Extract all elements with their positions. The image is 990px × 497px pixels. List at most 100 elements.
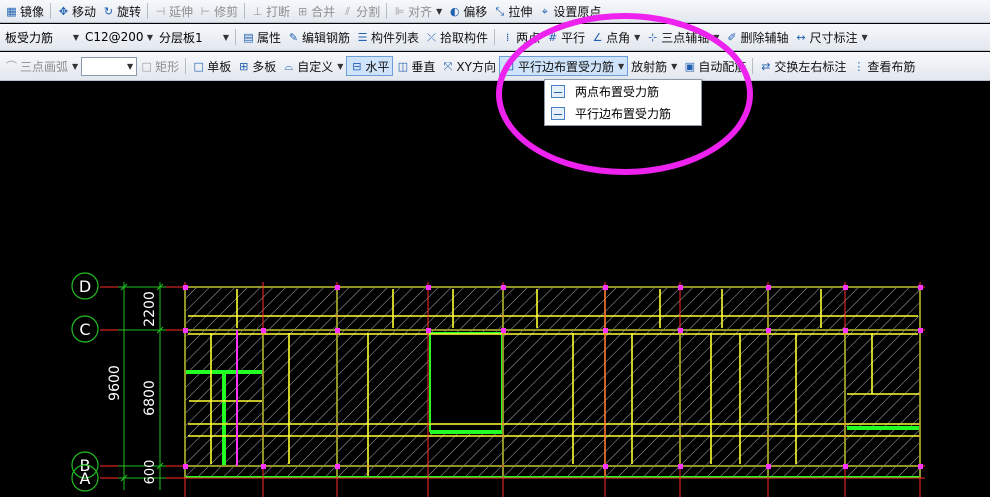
rect-icon: □ xyxy=(141,59,152,73)
split-icon: ⫽ xyxy=(345,4,351,18)
list-icon: ☰ xyxy=(357,30,368,44)
chevron-down-icon: ▼ xyxy=(337,61,344,71)
xy-icon: ⤧ xyxy=(443,59,453,73)
parallel-edge-rebar-button[interactable]: ⊡ 平行边布置受力筋 ▼ xyxy=(498,56,629,76)
horizontal-button[interactable]: ⊟ 水平 xyxy=(346,56,394,76)
break-icon: ⊥ xyxy=(252,4,263,18)
vertical-button[interactable]: ◫ 垂直 xyxy=(393,56,438,76)
axis-bubbles: D C B A xyxy=(71,272,99,492)
mirror-icon: ▦ xyxy=(6,4,17,18)
component-toolbar: 板受力筋 ▼ C12@200 ▼ 分层板1 ▼ ▤ 属性 ✎ 编辑钢筋 ☰ 构件列表 ⤫ 拾取… xyxy=(0,24,990,51)
point-angle-button[interactable]: ∠ 点角 ▼ xyxy=(588,27,643,47)
dim-d-c: 2200 xyxy=(142,291,158,327)
two-points-button[interactable]: ⁞ 两点 xyxy=(498,27,543,47)
chevron-down-icon: ▼ xyxy=(436,6,443,16)
dimension-texts: 9600 2200 6800 600 xyxy=(107,291,158,484)
stretch-button[interactable]: ⤡ 拉伸 xyxy=(490,1,535,21)
svg-text:A: A xyxy=(80,469,91,488)
axis-bubble-d: D xyxy=(71,272,99,300)
multi-slab-icon: ⊞ xyxy=(239,59,249,73)
single-slab-icon: □ xyxy=(193,59,204,73)
arc-option-select[interactable]: ▼ xyxy=(81,56,138,76)
rebar-spec-select[interactable]: C12@200 ▼ xyxy=(82,28,156,47)
trim-button[interactable]: ⊢ 修剪 xyxy=(196,1,241,21)
origin-icon: ⌖ xyxy=(541,4,548,18)
merge-button[interactable]: ⊞ 合并 xyxy=(293,1,338,21)
edit-toolbar: ▦ 镜像 ✥ 移动 ↻ 旋转 ⊣ 延伸 ⊢ 修剪 ⊥ 打断 ⊞ 合并 ⫽ 分割 ⊫ 对齐 ▼ ◐ 偏移… xyxy=(0,0,990,23)
component-type-select[interactable]: 板受力筋 ▼ xyxy=(2,28,82,47)
chevron-down-icon: ▼ xyxy=(222,32,229,42)
component-list-button[interactable]: ☰ 构件列表 xyxy=(353,27,422,47)
stretch-icon: ⤡ xyxy=(495,4,505,18)
dim-c-b: 6800 xyxy=(142,380,158,416)
parallel-button[interactable]: # 平行 xyxy=(543,27,588,47)
separator xyxy=(235,29,236,45)
chevron-down-icon: ▼ xyxy=(146,32,153,42)
auto-rebar-button[interactable]: ▣ 自动配筋 xyxy=(680,56,749,76)
chevron-down-icon: ▼ xyxy=(634,32,641,42)
pencil-icon: ✎ xyxy=(288,30,299,44)
three-point-axis-button[interactable]: ⊹ 三点辅轴 ▼ xyxy=(643,27,722,47)
separator xyxy=(50,3,52,19)
separator xyxy=(244,3,246,19)
align-button[interactable]: ⊫ 对齐 ▼ xyxy=(390,1,445,21)
vertical-icon: ◫ xyxy=(397,59,409,73)
chevron-down-icon: ▼ xyxy=(671,61,678,71)
edit-rebar-button[interactable]: ✎ 编辑钢筋 xyxy=(284,27,353,47)
custom-button[interactable]: ⌓ 自定义 ▼ xyxy=(279,56,346,76)
chevron-down-icon: ▼ xyxy=(72,32,79,42)
multi-slab-button[interactable]: ⊞ 多板 xyxy=(234,56,279,76)
separator xyxy=(386,3,388,19)
parallel-icon: # xyxy=(547,30,558,44)
dim-total: 9600 xyxy=(107,365,123,401)
delete-axis-button[interactable]: ✐ 删除辅轴 xyxy=(722,27,791,47)
dimension-button[interactable]: ↔ 尺寸标注 ▼ xyxy=(791,27,870,47)
split-button[interactable]: ⫽ 分割 xyxy=(338,1,383,21)
separator xyxy=(752,58,754,74)
dim-b-a: 600 xyxy=(143,460,158,485)
separator xyxy=(494,29,496,45)
merge-icon: ⊞ xyxy=(297,4,308,18)
view-layout-icon: ⋮ xyxy=(853,59,865,73)
two-points-icon: ⁞ xyxy=(505,30,510,44)
layer-select[interactable]: 分层板1 ▼ xyxy=(156,28,232,47)
menu-item-two-points-rebar[interactable]: 两点布置受力筋 xyxy=(545,80,701,102)
xy-direction-button[interactable]: ⤧ XY方向 xyxy=(438,56,499,76)
extend-button[interactable]: ⊣ 延伸 xyxy=(151,1,196,21)
swap-icon: ⇄ xyxy=(761,59,771,73)
arc-icon: ⌒ xyxy=(6,59,17,73)
axis-icon: ⊹ xyxy=(648,30,658,44)
custom-icon: ⌓ xyxy=(284,59,294,73)
axis-bubble-c: C xyxy=(71,315,99,343)
mirror-button[interactable]: ▦ 镜像 xyxy=(2,1,47,21)
property-button[interactable]: ▤ 属性 xyxy=(239,27,284,47)
drawing-canvas[interactable]: 9600 2200 6800 600 D C B A xyxy=(0,82,990,497)
arc-button[interactable]: ⌒ 三点画弧 ▼ xyxy=(2,56,81,76)
separator xyxy=(147,3,149,19)
eyedropper-icon: ⤫ xyxy=(427,30,436,44)
radial-rebar-button[interactable]: 放射筋 ▼ xyxy=(628,56,680,76)
chevron-down-icon: ▼ xyxy=(861,32,868,42)
swap-labels-button[interactable]: ⇄ 交换左右标注 xyxy=(756,56,849,76)
svg-text:C: C xyxy=(79,320,90,339)
chevron-down-icon: ▼ xyxy=(127,61,134,71)
auto-rebar-icon: ▣ xyxy=(684,59,696,73)
property-icon: ▤ xyxy=(243,30,254,44)
axis-bubble-a: A xyxy=(71,464,99,492)
view-layout-button[interactable]: ⋮ 查看布筋 xyxy=(849,56,918,76)
menu-item-parallel-edge-rebar[interactable]: 平行边布置受力筋 xyxy=(545,102,701,124)
pick-component-button[interactable]: ⤫ 拾取构件 xyxy=(422,27,491,47)
offset-button[interactable]: ◐ 偏移 xyxy=(445,1,490,21)
parallel-edge-icon: ⊡ xyxy=(504,59,515,73)
set-origin-button[interactable]: ⌖ 设置原点 xyxy=(535,1,604,21)
single-slab-button[interactable]: □ 单板 xyxy=(189,56,234,76)
rotate-icon: ↻ xyxy=(103,4,114,18)
separator xyxy=(185,58,187,74)
parallel-edge-rebar-icon xyxy=(551,106,565,120)
move-button[interactable]: ✥ 移动 xyxy=(54,1,99,21)
break-button[interactable]: ⊥ 打断 xyxy=(248,1,293,21)
trim-icon: ⊢ xyxy=(200,4,211,18)
move-icon: ✥ xyxy=(58,4,69,18)
rect-button[interactable]: □ 矩形 xyxy=(137,56,182,76)
rotate-button[interactable]: ↻ 旋转 xyxy=(99,1,144,21)
